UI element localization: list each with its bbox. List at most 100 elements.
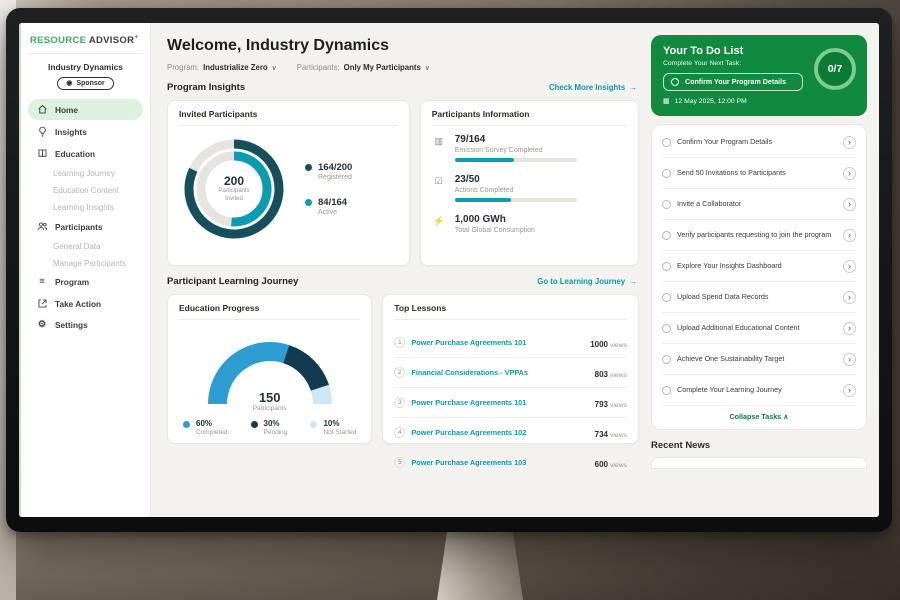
task-label: Invite a Collaborator [677, 199, 837, 208]
donut-center-label: 200 Participants Invited [179, 134, 289, 244]
sidebar-item-learning-insights[interactable]: Learning Insights [28, 199, 143, 215]
emission-survey-row: ▥ 79/164 Emission Survey Completed [432, 134, 627, 162]
task-checkbox[interactable] [662, 262, 671, 271]
people-icon [36, 221, 48, 232]
legend-label: Not Started [323, 429, 356, 436]
chevron-right-icon[interactable]: › [843, 229, 856, 242]
lightbulb-icon [36, 126, 48, 137]
sidebar-item-settings[interactable]: ⚙ Settings [28, 315, 143, 335]
lesson-link[interactable]: Power Purchase Agreements 101 [411, 338, 584, 347]
next-task-pill[interactable]: Confirm Your Program Details [663, 73, 803, 91]
sidebar-item-insights[interactable]: Insights [28, 121, 143, 142]
task-item[interactable]: Invite a Collaborator › [662, 189, 856, 220]
list-icon: ≡ [36, 277, 48, 287]
scene-background: RESOURCE ADVISOR+ Industry Dynamics ◉ Sp… [0, 0, 900, 600]
chevron-right-icon[interactable]: › [843, 384, 856, 397]
check-more-insights-link[interactable]: Check More Insights → [549, 83, 637, 92]
card-title: Participants Information [432, 109, 627, 126]
sidebar-item-label: Learning Insights [53, 203, 114, 212]
lesson-link[interactable]: Power Purchase Agreements 103 [411, 458, 588, 467]
lesson-row: 5 Power Purchase Agreements 103 600views [394, 448, 627, 477]
task-checkbox[interactable] [671, 78, 679, 86]
invited-donut-chart: 200 Participants Invited [179, 134, 289, 244]
task-item[interactable]: Achieve One Sustainability Target › [662, 344, 856, 375]
sidebar-item-education[interactable]: Education [28, 143, 143, 164]
task-checkbox[interactable] [662, 138, 671, 147]
chevron-right-icon[interactable]: › [843, 291, 856, 304]
sidebar-item-label: Education Content [53, 186, 119, 195]
rank-badge: 1 [394, 337, 405, 348]
sidebar-item-program[interactable]: ≡ Program [28, 272, 143, 292]
org-name: Industry Dynamics [28, 62, 143, 72]
chevron-right-icon[interactable]: › [843, 260, 856, 273]
sidebar-item-take-action[interactable]: Take Action [28, 293, 143, 314]
top-lessons-card: Top Lessons 1 Power Purchase Agreements … [382, 294, 639, 444]
legend-item-not-started: 10% Not Started [310, 419, 356, 436]
next-task-label: Confirm Your Program Details [685, 78, 786, 86]
task-checkbox[interactable] [662, 293, 671, 302]
go-to-learning-journey-link[interactable]: Go to Learning Journey → [537, 277, 637, 286]
todo-progress-ring: 0/7 [814, 48, 856, 90]
task-checkbox[interactable] [662, 169, 671, 178]
emission-progress-track [455, 158, 577, 162]
task-item[interactable]: Send 50 Invitations to Participants › [662, 158, 856, 189]
actions-progress-track [455, 198, 577, 202]
legend-value: 60% [196, 419, 227, 428]
lesson-link[interactable]: Power Purchase Agreements 102 [411, 428, 588, 437]
participants-filter-value: Only My Participants [344, 63, 421, 72]
completed-dot [183, 421, 190, 428]
sidebar-item-general-data[interactable]: General Data [28, 238, 143, 254]
chevron-right-icon[interactable]: › [843, 136, 856, 149]
actions-progress-fill [455, 198, 511, 202]
lesson-link[interactable]: Power Purchase Agreements 101 [411, 398, 588, 407]
card-title: Education Progress [179, 303, 360, 320]
lesson-row: 2 Financial Considerations - VPPAs 803vi… [394, 358, 627, 388]
chevron-right-icon[interactable]: › [843, 322, 856, 335]
task-item[interactable]: Verify participants requesting to join t… [662, 220, 856, 251]
stat-label: Emission Survey Completed [455, 147, 577, 154]
participants-dropdown[interactable]: Participants: Only My Participants ∨ [297, 63, 430, 72]
task-checkbox[interactable] [662, 386, 671, 395]
sponsor-badge-label: Sponsor [76, 80, 104, 87]
task-item[interactable]: Explore Your Insights Dashboard › [662, 251, 856, 282]
home-icon [36, 104, 48, 115]
task-item[interactable]: Complete Your Learning Journey › [662, 375, 856, 406]
donut-center-caption: Participants Invited [212, 188, 256, 204]
views-count: 803 [595, 370, 608, 379]
stat-label: Actions Completed [455, 187, 577, 194]
legend-value: 10% [323, 419, 356, 428]
chevron-right-icon[interactable]: › [843, 353, 856, 366]
book-icon [36, 148, 48, 159]
task-item[interactable]: Confirm Your Program Details › [662, 127, 856, 158]
program-dropdown[interactable]: Program: Industrialize Zero ∨ [167, 63, 277, 72]
views-count: 793 [595, 400, 608, 409]
sidebar-item-home[interactable]: Home [28, 99, 143, 120]
lesson-link[interactable]: Financial Considerations - VPPAs [411, 368, 588, 377]
task-label: Upload Additional Educational Content [677, 323, 837, 332]
task-checkbox[interactable] [662, 200, 671, 209]
program-filter-label: Program: [167, 63, 199, 72]
sidebar-item-education-content[interactable]: Education Content [28, 182, 143, 198]
task-item[interactable]: Upload Additional Educational Content › [662, 313, 856, 344]
sidebar-item-participants[interactable]: Participants [28, 216, 143, 237]
sidebar-item-learning-journey[interactable]: Learning Journey [28, 165, 143, 181]
task-label: Verify participants requesting to join t… [677, 230, 837, 239]
center-column: Welcome, Industry Dynamics Program: Indu… [167, 35, 639, 517]
task-item[interactable]: Upload Spend Data Records › [662, 282, 856, 313]
card-title: Top Lessons [394, 303, 627, 320]
task-checkbox[interactable] [662, 355, 671, 364]
sidebar-item-manage-participants[interactable]: Manage Participants [28, 255, 143, 271]
collapse-tasks-link[interactable]: Collapse Tasks ∧ [662, 406, 856, 424]
due-date-text: 12 May 2025, 12:00 PM [675, 98, 747, 105]
chevron-right-icon[interactable]: › [843, 198, 856, 211]
education-gauge-chart: 150 Participants [195, 328, 345, 414]
chevron-right-icon[interactable]: › [843, 167, 856, 180]
legend-label: Active [318, 209, 347, 216]
app-logo: RESOURCE ADVISOR+ [28, 32, 143, 54]
insights-cards-row: Invited Participants 200 Participants In… [167, 100, 639, 266]
task-checkbox[interactable] [662, 231, 671, 240]
program-filter-value: Industrialize Zero [203, 63, 268, 72]
filter-bar: Program: Industrialize Zero ∨ Participan… [167, 63, 639, 72]
task-checkbox[interactable] [662, 324, 671, 333]
learning-cards-row: Education Progress 150 Participants [167, 294, 639, 444]
